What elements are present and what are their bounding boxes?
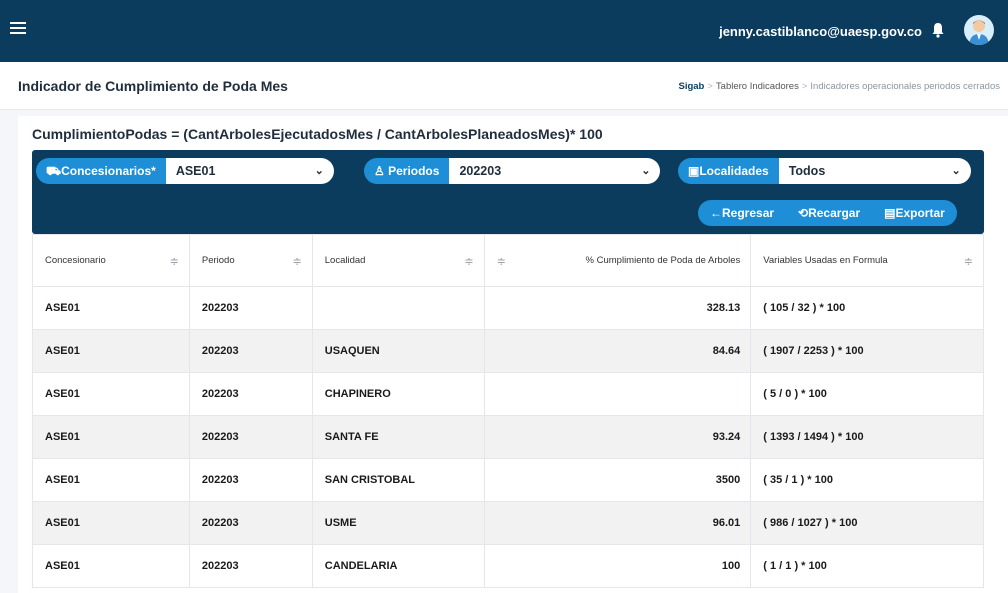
formula-text: CumplimientoPodas = (CantArbolesEjecutad… (32, 126, 603, 142)
cell-cumplimiento: 3500 (483, 458, 752, 502)
column-header-concesionario[interactable]: Concesionario ≑ (32, 234, 190, 287)
regresar-button[interactable]: ←Regresar (698, 200, 786, 226)
filter-icon[interactable]: ≑ (293, 255, 302, 268)
column-header-periodo[interactable]: Periodo ≑ (188, 234, 313, 287)
page-title: Indicador de Cumplimiento de Poda Mes (18, 78, 288, 94)
user-email[interactable]: jenny.castiblanco@uaesp.gov.co (719, 24, 922, 39)
car-icon: ⛟ (46, 164, 62, 178)
cell-variables: ( 1 / 1 ) * 100 (750, 544, 984, 588)
results-table: Concesionario ≑ Periodo ≑ Localidad ≑ ≑% Cu… (32, 234, 984, 588)
cell-cumplimiento (483, 372, 752, 416)
cell-periodo: 202203 (188, 415, 313, 459)
cell-concesionario: ASE01 (32, 458, 190, 502)
table-row[interactable]: ASE01 202203 USME 96.01 ( 986 / 1027 ) *… (32, 501, 984, 545)
cell-concesionario: ASE01 (32, 501, 190, 545)
table-row[interactable]: ASE01 202203 USAQUEN 84.64 ( 1907 / 2253… (32, 329, 984, 373)
periodos-select[interactable]: 202203 ⌄ (449, 158, 661, 184)
cell-periodo: 202203 (188, 372, 313, 416)
bell-icon[interactable] (928, 20, 948, 40)
action-buttons: ←Regresar ⟲Recargar ▤Exportar (698, 200, 957, 226)
breadcrumb: Sigab > Tablero Indicadores > Indicadores op… (678, 81, 1000, 92)
cell-variables: ( 105 / 32 ) * 100 (750, 286, 984, 330)
cell-localidad: SANTA FE (311, 415, 485, 459)
filter-icon[interactable]: ≑ (964, 255, 973, 268)
concesionarios-label: ⛟Concesionarios* (36, 158, 166, 184)
menu-icon[interactable] (10, 22, 26, 36)
concesionarios-filter: ⛟Concesionarios* ASE01 ⌄ (36, 158, 334, 184)
chevron-down-icon: ⌄ (951, 165, 961, 177)
breadcrumb-current: Indicadores operacionales periodos cerra… (810, 81, 1000, 92)
table-row[interactable]: ASE01 202203 CANDELARIA 100 ( 1 / 1 ) * … (32, 544, 984, 588)
cell-periodo: 202203 (188, 458, 313, 502)
localidades-filter: ▣Localidades Todos ⌄ (678, 158, 971, 184)
exportar-button[interactable]: ▤Exportar (872, 200, 957, 226)
cell-periodo: 202203 (188, 286, 313, 330)
top-navbar: jenny.castiblanco@uaesp.gov.co (0, 0, 1008, 62)
cell-localidad: SAN CRISTOBAL (311, 458, 485, 502)
filter-icon[interactable]: ≑ (170, 255, 179, 268)
chevron-down-icon: ⌄ (314, 165, 324, 177)
cell-variables: ( 1393 / 1494 ) * 100 (750, 415, 984, 459)
cell-concesionario: ASE01 (32, 286, 190, 330)
cell-concesionario: ASE01 (32, 372, 190, 416)
export-icon: ▤ (884, 206, 896, 220)
person-icon: ♙ (374, 164, 389, 178)
chevron-down-icon: ⌄ (641, 165, 651, 177)
page-header: Indicador de Cumplimiento de Poda Mes Si… (0, 62, 1008, 110)
localidades-select[interactable]: Todos ⌄ (778, 158, 971, 184)
breadcrumb-sigab[interactable]: Sigab (678, 81, 704, 92)
avatar[interactable] (964, 15, 994, 45)
filter-bar: ⛟Concesionarios* ASE01 ⌄ ♙ Periodos 2022… (32, 150, 984, 234)
cell-concesionario: ASE01 (32, 544, 190, 588)
cell-variables: ( 5 / 0 ) * 100 (750, 372, 984, 416)
map-icon: ▣ (688, 164, 700, 178)
indicator-card: CumplimientoPodas = (CantArbolesEjecutad… (18, 116, 1008, 593)
table-row[interactable]: ASE01 202203 328.13 ( 105 / 32 ) * 100 (32, 286, 984, 330)
breadcrumb-tablero[interactable]: Tablero Indicadores (716, 81, 799, 92)
column-header-variables[interactable]: Variables Usadas en Formula ≑ (750, 234, 984, 287)
filter-icon[interactable]: ≑ (497, 255, 506, 268)
cell-localidad: USAQUEN (311, 329, 485, 373)
table-row[interactable]: ASE01 202203 SAN CRISTOBAL 3500 ( 35 / 1… (32, 458, 984, 502)
cell-periodo: 202203 (188, 501, 313, 545)
localidades-label: ▣Localidades (678, 158, 779, 184)
cell-cumplimiento: 93.24 (483, 415, 752, 459)
concesionarios-select[interactable]: ASE01 ⌄ (165, 158, 334, 184)
cell-localidad: CHAPINERO (311, 372, 485, 416)
column-header-localidad[interactable]: Localidad ≑ (311, 234, 485, 287)
cell-periodo: 202203 (188, 329, 313, 373)
cell-variables: ( 986 / 1027 ) * 100 (750, 501, 984, 545)
recargar-button[interactable]: ⟲Recargar (786, 200, 872, 226)
filter-icon[interactable]: ≑ (464, 255, 473, 268)
cell-localidad: USME (311, 501, 485, 545)
cell-cumplimiento: 84.64 (483, 329, 752, 373)
refresh-icon: ⟲ (798, 206, 809, 220)
cell-cumplimiento: 96.01 (483, 501, 752, 545)
cell-cumplimiento: 100 (483, 544, 752, 588)
table-row[interactable]: ASE01 202203 CHAPINERO ( 5 / 0 ) * 100 (32, 372, 984, 416)
cell-periodo: 202203 (188, 544, 313, 588)
cell-variables: ( 1907 / 2253 ) * 100 (750, 329, 984, 373)
cell-localidad (311, 286, 485, 330)
periodos-filter: ♙ Periodos 202203 ⌄ (364, 158, 661, 184)
periodos-label: ♙ Periodos (364, 158, 450, 184)
cell-variables: ( 35 / 1 ) * 100 (750, 458, 984, 502)
column-header-cumplimiento[interactable]: ≑% Cumplimiento de Poda de Arboles (483, 234, 752, 287)
table-row[interactable]: ASE01 202203 SANTA FE 93.24 ( 1393 / 149… (32, 415, 984, 459)
cell-concesionario: ASE01 (32, 329, 190, 373)
cell-concesionario: ASE01 (32, 415, 190, 459)
cell-localidad: CANDELARIA (311, 544, 485, 588)
cell-cumplimiento: 328.13 (483, 286, 752, 330)
